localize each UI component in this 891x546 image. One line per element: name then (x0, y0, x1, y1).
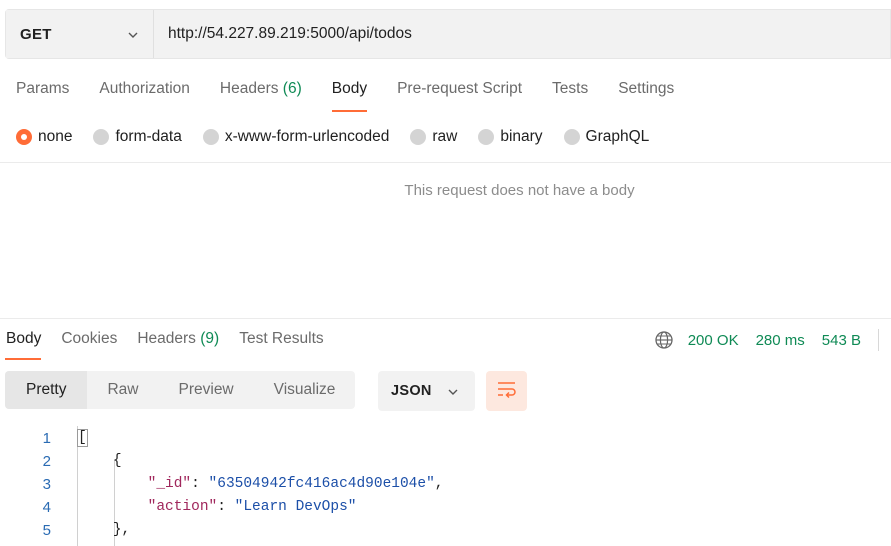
response-tab-body[interactable]: Body (0, 322, 51, 360)
radio-icon (410, 129, 427, 145)
line-number: 2 (42, 453, 51, 470)
format-label: JSON (391, 383, 432, 399)
view-raw-button[interactable]: Raw (87, 371, 158, 409)
tab-headers[interactable]: Headers (6) (205, 72, 317, 112)
response-code-view[interactable]: 1[2 {3 "_id": "63504942fc416ac4d90e104e"… (0, 426, 891, 546)
response-size[interactable]: 543 B (822, 332, 861, 349)
method-select[interactable]: GET (6, 10, 154, 58)
view-mode-segmented: Pretty Raw Preview Visualize (5, 371, 356, 409)
code-line: 5 }, (0, 522, 891, 545)
view-visualize-button[interactable]: Visualize (254, 371, 356, 409)
code-line: 1[ (0, 429, 891, 453)
format-select[interactable]: JSON (378, 371, 475, 411)
radio-none[interactable]: none (16, 128, 72, 146)
radio-icon (478, 129, 495, 145)
code-text: [ (77, 429, 88, 447)
code-text: "_id": "63504942fc416ac4d90e104e", (147, 476, 444, 492)
tab-params[interactable]: Params (0, 72, 84, 112)
radio-icon (563, 129, 580, 145)
response-headers-count: (9) (200, 330, 220, 347)
code-line: 4 "action": "Learn DevOps" (0, 499, 891, 522)
response-tabs: Body Cookies Headers (9) Test Results (0, 322, 334, 360)
view-pretty-button[interactable]: Pretty (5, 371, 88, 409)
radio-form-data[interactable]: form-data (93, 128, 182, 146)
chevron-down-icon (447, 385, 459, 397)
tab-body[interactable]: Body (317, 72, 382, 112)
method-label: GET (20, 25, 52, 43)
view-preview-button[interactable]: Preview (159, 371, 254, 409)
code-line: 3 "_id": "63504942fc416ac4d90e104e", (0, 476, 891, 499)
code-line: 2 { (0, 453, 891, 476)
status-code[interactable]: 200 OK (688, 332, 739, 349)
radio-graphql[interactable]: GraphQL (563, 128, 649, 146)
url-bar: GET (5, 9, 891, 59)
radio-binary[interactable]: binary (478, 128, 543, 146)
headers-count: (6) (282, 80, 302, 97)
radio-selected-icon (16, 129, 32, 145)
empty-body-message: This request does not have a body (404, 182, 635, 199)
response-time[interactable]: 280 ms (756, 332, 805, 349)
response-meta: 200 OK 280 ms 543 B (654, 328, 879, 352)
body-type-radios: none form-data x-www-form-urlencoded raw… (16, 126, 670, 148)
response-tab-test-results[interactable]: Test Results (229, 322, 333, 360)
divider (0, 318, 891, 319)
code-text: "action": "Learn DevOps" (147, 499, 357, 515)
url-input[interactable] (154, 10, 890, 58)
code-text: }, (112, 522, 131, 538)
tab-tests[interactable]: Tests (537, 72, 603, 112)
response-tab-headers[interactable]: Headers (9) (127, 322, 229, 360)
radio-raw[interactable]: raw (410, 128, 457, 146)
line-number: 5 (42, 522, 51, 539)
radio-icon (93, 129, 110, 145)
line-number: 3 (42, 476, 51, 493)
line-number: 1 (42, 430, 51, 447)
divider (0, 162, 891, 163)
radio-icon (202, 129, 219, 145)
code-text: { (112, 453, 122, 469)
wrap-lines-icon (496, 379, 518, 403)
divider (878, 329, 879, 351)
line-number: 4 (42, 499, 51, 516)
tab-settings[interactable]: Settings (603, 72, 689, 112)
radio-urlencoded[interactable]: x-www-form-urlencoded (202, 128, 389, 146)
wrap-lines-button[interactable] (486, 371, 527, 411)
response-tab-cookies[interactable]: Cookies (51, 322, 127, 360)
globe-icon[interactable] (654, 330, 674, 350)
chevron-down-icon (127, 28, 139, 40)
request-tabs: Params Authorization Headers (6) Body Pr… (0, 72, 891, 112)
tab-authorization[interactable]: Authorization (84, 72, 204, 112)
tab-pre-request-script[interactable]: Pre-request Script (382, 72, 537, 112)
